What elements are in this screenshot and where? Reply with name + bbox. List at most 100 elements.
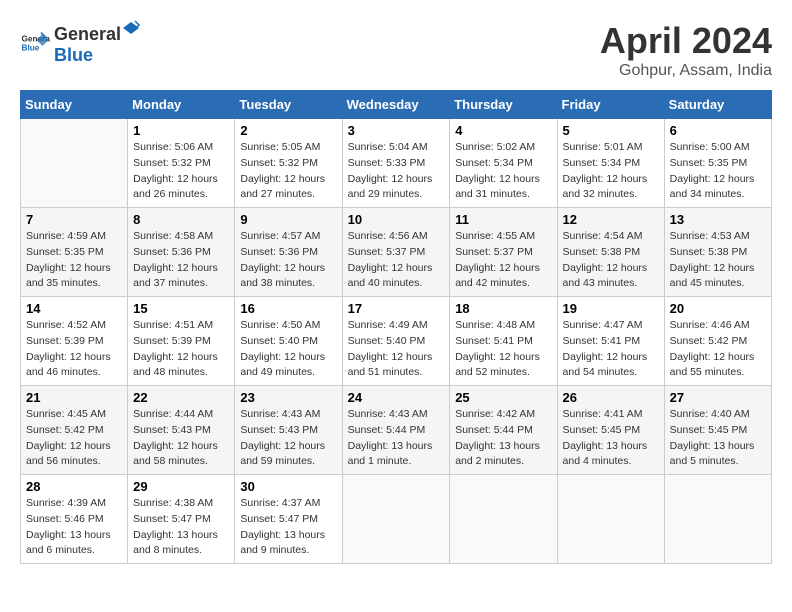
- day-number: 27: [670, 390, 766, 405]
- day-info: Sunrise: 4:55 AM Sunset: 5:37 PM Dayligh…: [455, 229, 551, 292]
- day-number: 25: [455, 390, 551, 405]
- day-header-friday: Friday: [557, 91, 664, 119]
- calendar-cell: 26 Sunrise: 4:41 AM Sunset: 5:45 PM Dayli…: [557, 386, 664, 475]
- day-info: Sunrise: 5:01 AM Sunset: 5:34 PM Dayligh…: [563, 140, 659, 203]
- calendar-cell: 25Sunrise: 4:42 AM Sunset: 5:44 PM Dayli…: [450, 386, 557, 475]
- day-number: 29: [133, 479, 229, 494]
- day-number: 21: [26, 390, 122, 405]
- day-header-tuesday: Tuesday: [235, 91, 342, 119]
- calendar-cell: 8 Sunrise: 4:58 AM Sunset: 5:36 PM Daylig…: [128, 208, 235, 297]
- logo-general-text: General: [54, 24, 121, 45]
- day-number: 15: [133, 301, 229, 316]
- day-number: 10: [348, 212, 445, 227]
- day-info: Sunrise: 4:53 AM Sunset: 5:38 PM Dayligh…: [670, 229, 766, 292]
- day-info: Sunrise: 4:57 AM Sunset: 5:36 PM Dayligh…: [240, 229, 336, 292]
- svg-text:Blue: Blue: [22, 44, 40, 53]
- week-row-2: 7 Sunrise: 4:59 AM Sunset: 5:35 PM Daylig…: [21, 208, 772, 297]
- title-block: April 2024 Gohpur, Assam, India: [600, 20, 772, 80]
- day-info: Sunrise: 4:50 AM Sunset: 5:40 PM Dayligh…: [240, 318, 336, 381]
- day-info: Sunrise: 5:02 AM Sunset: 5:34 PM Dayligh…: [455, 140, 551, 203]
- logo: General Blue General Blue: [20, 20, 141, 66]
- calendar-cell: [21, 119, 128, 208]
- location-title: Gohpur, Assam, India: [600, 62, 772, 80]
- calendar-cell: [450, 475, 557, 564]
- day-header-sunday: Sunday: [21, 91, 128, 119]
- day-number: 5: [563, 123, 659, 138]
- day-info: Sunrise: 4:59 AM Sunset: 5:35 PM Dayligh…: [26, 229, 122, 292]
- week-row-5: 28 Sunrise: 4:39 AM Sunset: 5:46 PM Dayli…: [21, 475, 772, 564]
- day-number: 1: [133, 123, 229, 138]
- day-info: Sunrise: 4:58 AM Sunset: 5:36 PM Dayligh…: [133, 229, 229, 292]
- day-info: Sunrise: 5:04 AM Sunset: 5:33 PM Dayligh…: [348, 140, 445, 203]
- day-info: Sunrise: 5:06 AM Sunset: 5:32 PM Dayligh…: [133, 140, 229, 203]
- day-number: 16: [240, 301, 336, 316]
- day-number: 28: [26, 479, 122, 494]
- day-header-saturday: Saturday: [664, 91, 771, 119]
- day-info: Sunrise: 4:37 AM Sunset: 5:47 PM Dayligh…: [240, 496, 336, 559]
- calendar-cell: 14 Sunrise: 4:52 AM Sunset: 5:39 PM Dayli…: [21, 297, 128, 386]
- calendar-cell: 11Sunrise: 4:55 AM Sunset: 5:37 PM Dayli…: [450, 208, 557, 297]
- calendar-cell: 22Sunrise: 4:44 AM Sunset: 5:43 PM Dayli…: [128, 386, 235, 475]
- calendar-header-row: SundayMondayTuesdayWednesdayThursdayFrid…: [21, 91, 772, 119]
- day-info: Sunrise: 4:47 AM Sunset: 5:41 PM Dayligh…: [563, 318, 659, 381]
- day-info: Sunrise: 4:54 AM Sunset: 5:38 PM Dayligh…: [563, 229, 659, 292]
- calendar-cell: 21 Sunrise: 4:45 AM Sunset: 5:42 PM Dayli…: [21, 386, 128, 475]
- day-number: 13: [670, 212, 766, 227]
- day-info: Sunrise: 4:52 AM Sunset: 5:39 PM Dayligh…: [26, 318, 122, 381]
- day-number: 3: [348, 123, 445, 138]
- day-number: 7: [26, 212, 122, 227]
- month-title: April 2024: [600, 20, 772, 62]
- day-number: 26: [563, 390, 659, 405]
- calendar-cell: 18 Sunrise: 4:48 AM Sunset: 5:41 PM Dayli…: [450, 297, 557, 386]
- day-header-thursday: Thursday: [450, 91, 557, 119]
- day-info: Sunrise: 4:56 AM Sunset: 5:37 PM Dayligh…: [348, 229, 445, 292]
- calendar-cell: 9 Sunrise: 4:57 AM Sunset: 5:36 PM Daylig…: [235, 208, 342, 297]
- calendar-cell: 1 Sunrise: 5:06 AM Sunset: 5:32 PM Daylig…: [128, 119, 235, 208]
- day-info: Sunrise: 4:43 AM Sunset: 5:44 PM Dayligh…: [348, 407, 445, 470]
- day-info: Sunrise: 4:38 AM Sunset: 5:47 PM Dayligh…: [133, 496, 229, 559]
- calendar-cell: 5 Sunrise: 5:01 AM Sunset: 5:34 PM Daylig…: [557, 119, 664, 208]
- day-number: 4: [455, 123, 551, 138]
- day-info: Sunrise: 5:00 AM Sunset: 5:35 PM Dayligh…: [670, 140, 766, 203]
- calendar-cell: 23 Sunrise: 4:43 AM Sunset: 5:43 PM Dayli…: [235, 386, 342, 475]
- calendar-cell: 2Sunrise: 5:05 AM Sunset: 5:32 PM Daylig…: [235, 119, 342, 208]
- day-info: Sunrise: 4:40 AM Sunset: 5:45 PM Dayligh…: [670, 407, 766, 470]
- day-number: 17: [348, 301, 445, 316]
- calendar-cell: 7 Sunrise: 4:59 AM Sunset: 5:35 PM Daylig…: [21, 208, 128, 297]
- day-info: Sunrise: 4:43 AM Sunset: 5:43 PM Dayligh…: [240, 407, 336, 470]
- calendar-cell: 27 Sunrise: 4:40 AM Sunset: 5:45 PM Dayli…: [664, 386, 771, 475]
- day-number: 6: [670, 123, 766, 138]
- day-info: Sunrise: 4:44 AM Sunset: 5:43 PM Dayligh…: [133, 407, 229, 470]
- day-number: 14: [26, 301, 122, 316]
- day-header-wednesday: Wednesday: [342, 91, 450, 119]
- week-row-3: 14 Sunrise: 4:52 AM Sunset: 5:39 PM Dayli…: [21, 297, 772, 386]
- day-number: 19: [563, 301, 659, 316]
- day-number: 18: [455, 301, 551, 316]
- page-header: General Blue General Blue April 2024 Goh…: [20, 20, 772, 80]
- calendar-cell: 4 Sunrise: 5:02 AM Sunset: 5:34 PM Daylig…: [450, 119, 557, 208]
- week-row-1: 1 Sunrise: 5:06 AM Sunset: 5:32 PM Daylig…: [21, 119, 772, 208]
- day-info: Sunrise: 4:48 AM Sunset: 5:41 PM Dayligh…: [455, 318, 551, 381]
- calendar-cell: 13 Sunrise: 4:53 AM Sunset: 5:38 PM Dayli…: [664, 208, 771, 297]
- calendar-cell: [342, 475, 450, 564]
- day-info: Sunrise: 4:49 AM Sunset: 5:40 PM Dayligh…: [348, 318, 445, 381]
- calendar-cell: 30 Sunrise: 4:37 AM Sunset: 5:47 PM Dayli…: [235, 475, 342, 564]
- day-number: 20: [670, 301, 766, 316]
- day-number: 24: [348, 390, 445, 405]
- day-info: Sunrise: 4:39 AM Sunset: 5:46 PM Dayligh…: [26, 496, 122, 559]
- day-number: 8: [133, 212, 229, 227]
- day-number: 9: [240, 212, 336, 227]
- calendar-cell: 3 Sunrise: 5:04 AM Sunset: 5:33 PM Daylig…: [342, 119, 450, 208]
- calendar-cell: [664, 475, 771, 564]
- day-info: Sunrise: 4:45 AM Sunset: 5:42 PM Dayligh…: [26, 407, 122, 470]
- calendar-cell: 16 Sunrise: 4:50 AM Sunset: 5:40 PM Dayli…: [235, 297, 342, 386]
- calendar-cell: 17 Sunrise: 4:49 AM Sunset: 5:40 PM Dayli…: [342, 297, 450, 386]
- day-info: Sunrise: 4:41 AM Sunset: 5:45 PM Dayligh…: [563, 407, 659, 470]
- day-number: 12: [563, 212, 659, 227]
- day-info: Sunrise: 4:51 AM Sunset: 5:39 PM Dayligh…: [133, 318, 229, 381]
- calendar-cell: [557, 475, 664, 564]
- day-number: 23: [240, 390, 336, 405]
- day-number: 30: [240, 479, 336, 494]
- calendar-cell: 24 Sunrise: 4:43 AM Sunset: 5:44 PM Dayli…: [342, 386, 450, 475]
- calendar-cell: 10 Sunrise: 4:56 AM Sunset: 5:37 PM Dayli…: [342, 208, 450, 297]
